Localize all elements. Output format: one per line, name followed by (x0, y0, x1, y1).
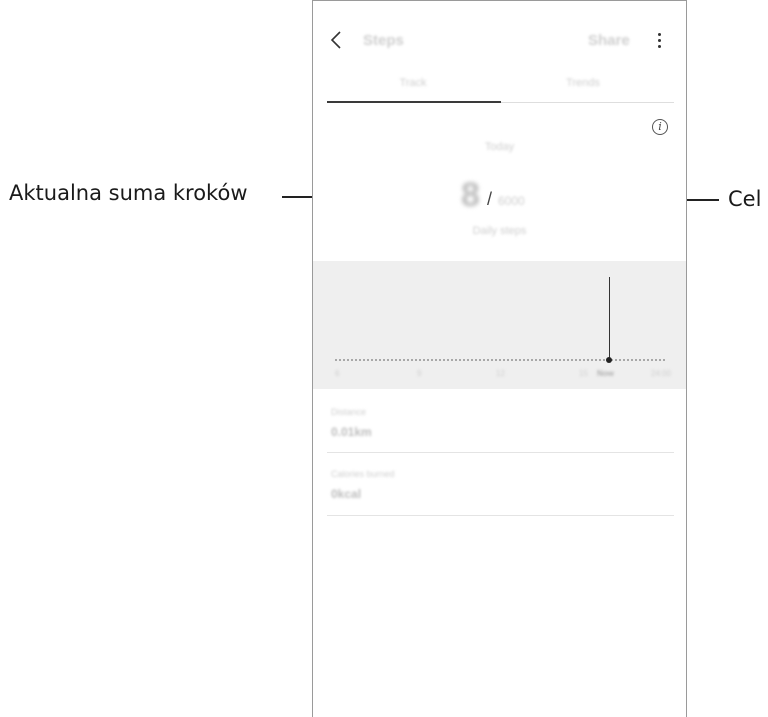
graph-current-bar (609, 277, 610, 361)
graph-tick-label: 6 (335, 369, 340, 378)
date-label: Today (484, 141, 515, 153)
distance-value: 0.01km (331, 425, 372, 439)
share-button[interactable]: Share (588, 32, 630, 49)
graph-tick-label: 24:00 (651, 369, 672, 378)
page-title: Steps (363, 32, 404, 49)
graph-current-marker (606, 357, 612, 363)
graph-tick-label: 12 (496, 369, 505, 378)
active-tab-indicator (327, 101, 501, 103)
graph-tick-label: 9 (417, 369, 422, 378)
more-vertical-icon[interactable] (656, 33, 662, 49)
steps-graph: 6 9 12 15 Now 24:00 (313, 261, 686, 389)
phone-screen: Steps Share Track Trends i Today 8 / 600… (312, 0, 687, 717)
graph-tick-label: 15 (579, 369, 588, 378)
calories-label: Calories burned (331, 469, 395, 479)
steps-separator: / (487, 189, 493, 209)
chevron-left-icon[interactable] (327, 29, 347, 51)
current-steps-callout-label: Aktualna suma kroków (9, 181, 248, 205)
distance-label: Distance (331, 407, 367, 417)
app-bar: Steps Share (313, 1, 686, 81)
target-callout-label: Cel (728, 187, 762, 211)
calories-value: 0kcal (331, 487, 362, 501)
stat-divider (327, 452, 674, 453)
tab-trends[interactable]: Trends (533, 77, 633, 89)
target-caption: Daily steps (472, 225, 527, 237)
current-steps-count: 8 (461, 176, 480, 214)
info-circle-icon[interactable]: i (652, 119, 668, 135)
steps-target: 6000 (498, 194, 525, 208)
tab-track[interactable]: Track (363, 77, 463, 89)
stat-divider (327, 515, 674, 516)
graph-tick-label-now: Now (597, 369, 614, 378)
graph-timeline (335, 359, 665, 361)
